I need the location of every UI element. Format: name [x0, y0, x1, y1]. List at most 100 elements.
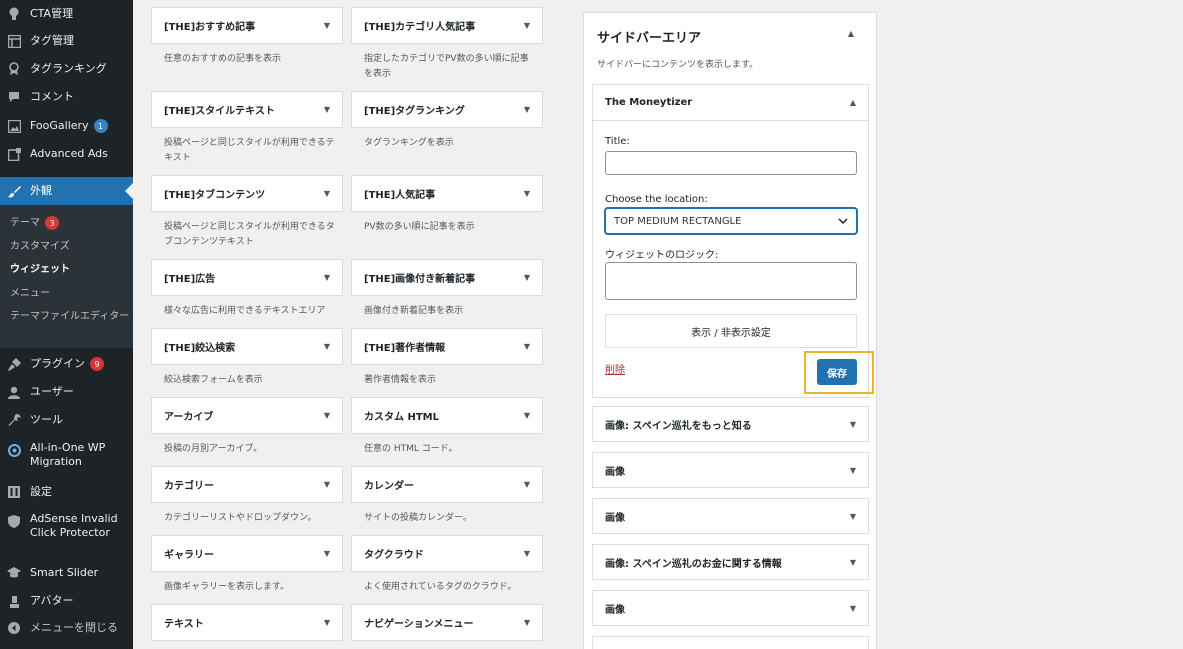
widget-title-bar[interactable]: [THE]カテゴリ人気記事 ▼ — [351, 7, 543, 44]
widget-item[interactable]: [THE]おすすめ記事 ▼ 任意のおすすめの記事を表示 — [151, 7, 343, 67]
logic-textarea[interactable] — [605, 262, 857, 300]
area-widget-item[interactable] — [592, 636, 869, 649]
menu-label: ユーザー — [30, 385, 74, 398]
submenu-item-themes[interactable]: テーマ 3 — [10, 216, 130, 230]
menu-item-smart-slider[interactable]: Smart Slider — [0, 563, 133, 583]
menu-label: タグ管理 — [30, 34, 74, 47]
widget-item[interactable]: [THE]タグランキング ▼ タグランキングを表示 — [351, 91, 543, 151]
widget-title: ナビゲーションメニュー — [364, 619, 474, 630]
widget-item[interactable]: カレンダー ▼ サイトの投稿カレンダー。 — [351, 466, 543, 526]
area-widget-item[interactable]: 画像: スペイン巡礼のお金に関する情報 ▼ — [592, 544, 869, 580]
menu-item-advanced-ads[interactable]: Advanced Ads — [0, 144, 133, 164]
widget-title-bar[interactable]: [THE]スタイルテキスト ▼ — [151, 91, 343, 128]
widget-description: 投稿ページと同じスタイルが利用できるテキスト — [164, 138, 335, 163]
widget-item[interactable]: テキスト ▼ — [151, 604, 343, 641]
submenu-item-customize[interactable]: カスタマイズ — [10, 240, 130, 253]
widget-item[interactable]: [THE]人気記事 ▼ PV数の多い順に記事を表示 — [351, 175, 543, 235]
menu-label: アバター — [30, 594, 74, 607]
widget-item[interactable]: [THE]著作者情報 ▼ 著作者情報を表示 — [351, 328, 543, 388]
gallery-icon — [6, 118, 22, 134]
submenu-item-menus[interactable]: メニュー — [10, 287, 130, 300]
update-badge: 3 — [45, 216, 59, 230]
menu-item-tools[interactable]: ツール — [0, 410, 133, 430]
widget-item[interactable]: アーカイブ ▼ 投稿の月別アーカイブ。 — [151, 397, 343, 457]
widget-title-bar[interactable]: [THE]タブコンテンツ ▼ — [151, 175, 343, 212]
menu-item-adsense-protector[interactable]: AdSense Invalid Click Protector — [0, 512, 133, 542]
widget-item[interactable]: カテゴリー ▼ カテゴリーリストやドロップダウン。 — [151, 466, 343, 526]
widget-title-bar[interactable]: カテゴリー ▼ — [151, 466, 343, 503]
widget-item[interactable]: ナビゲーションメニュー ▼ — [351, 604, 543, 641]
title-input[interactable] — [605, 151, 857, 175]
menu-item-comments[interactable]: コメント — [0, 87, 133, 107]
widget-title-bar[interactable]: [THE]広告 ▼ — [151, 259, 343, 296]
area-widget-item[interactable]: 画像 ▼ — [592, 452, 869, 488]
menu-item-users[interactable]: ユーザー — [0, 382, 133, 402]
menu-item-migration[interactable]: All-in-One WP Migration — [0, 441, 133, 471]
logic-label: ウィジェットのロジック: — [605, 250, 719, 261]
lightbulb-icon — [6, 6, 22, 22]
menu-label: Advanced Ads — [30, 147, 108, 160]
collapse-menu-button[interactable]: メニューを閉じる — [0, 618, 133, 638]
visibility-settings-button[interactable]: 表示 / 非表示設定 — [605, 314, 857, 348]
area-widget-item[interactable]: 画像 ▼ — [592, 590, 869, 626]
widget-item[interactable]: タグクラウド ▼ よく使用されているタグのクラウド。 — [351, 535, 543, 595]
widget-title-bar[interactable]: ナビゲーションメニュー ▼ — [351, 604, 543, 641]
save-button[interactable]: 保存 — [817, 359, 857, 385]
widget-title-bar[interactable]: [THE]人気記事 ▼ — [351, 175, 543, 212]
widget-item[interactable]: [THE]広告 ▼ 様々な広告に利用できるテキストエリア — [151, 259, 343, 319]
widget-item[interactable]: カスタム HTML ▼ 任意の HTML コード。 — [351, 397, 543, 457]
widget-description: タグランキングを表示 — [364, 138, 454, 148]
appearance-submenu: テーマ 3 カスタマイズ ウィジェット メニュー テーマファイルエディター — [0, 205, 133, 348]
widget-title-bar[interactable]: カレンダー ▼ — [351, 466, 543, 503]
widget-title-bar[interactable]: カスタム HTML ▼ — [351, 397, 543, 434]
widget-title: [THE]著作者情報 — [364, 343, 446, 354]
widget-title: [THE]画像付き新着記事 — [364, 274, 476, 285]
menu-item-settings[interactable]: 設定 — [0, 482, 133, 502]
location-select[interactable]: TOP MEDIUM RECTANGLE — [605, 208, 857, 234]
widget-item[interactable]: [THE]絞込検索 ▼ 絞込検索フォームを表示 — [151, 328, 343, 388]
caret-down-icon: ▼ — [849, 465, 856, 475]
menu-item-tag-management[interactable]: タグ管理 — [0, 31, 133, 51]
widget-header[interactable]: The Moneytizer ▲ — [593, 85, 868, 121]
widget-item[interactable]: [THE]スタイルテキスト ▼ 投稿ページと同じスタイルが利用できるテキスト — [151, 91, 343, 166]
menu-item-avatar[interactable]: アバター — [0, 591, 133, 611]
menu-item-tag-ranking[interactable]: タグランキング — [0, 59, 133, 79]
submenu-label: テーマ — [10, 217, 40, 229]
menu-label: 設定 — [30, 485, 52, 498]
widget-title-bar[interactable]: [THE]おすすめ記事 ▼ — [151, 7, 343, 44]
submenu-item-theme-editor[interactable]: テーマファイルエディター — [10, 310, 130, 323]
comment-icon — [6, 89, 22, 105]
menu-label: プラグイン — [30, 357, 85, 370]
widget-title-bar[interactable]: テキスト ▼ — [151, 604, 343, 641]
area-widget-item[interactable]: 画像 ▼ — [592, 498, 869, 534]
widget-title-bar[interactable]: [THE]画像付き新着記事 ▼ — [351, 259, 543, 296]
area-description: サイドバーにコンテンツを表示します。 — [597, 60, 759, 70]
widget-item[interactable]: ギャラリー ▼ 画像ギャラリーを表示します。 — [151, 535, 343, 595]
widget-title: [THE]絞込検索 — [164, 343, 236, 354]
caret-up-icon[interactable]: ▲ — [848, 29, 854, 38]
widget-item[interactable]: [THE]画像付き新着記事 ▼ 画像付き新着記事を表示 — [351, 259, 543, 319]
widget-title-bar[interactable]: [THE]絞込検索 ▼ — [151, 328, 343, 365]
delete-link[interactable]: 削除 — [605, 361, 625, 376]
menu-item-cta[interactable]: CTA管理 — [0, 4, 133, 24]
caret-down-icon: ▼ — [523, 189, 530, 198]
area-title[interactable]: サイドバーエリア — [597, 27, 701, 46]
widget-title: [THE]カテゴリ人気記事 — [364, 22, 476, 33]
widget-title: ギャラリー — [164, 550, 214, 561]
widget-title-bar[interactable]: アーカイブ ▼ — [151, 397, 343, 434]
widget-item[interactable]: [THE]カテゴリ人気記事 ▼ 指定したカテゴリでPV数の多い順に記事を表示 — [351, 7, 543, 82]
area-widget-item[interactable]: 画像: スペイン巡礼をもっと知る ▼ — [592, 406, 869, 442]
menu-label: All-in-One WP Migration — [30, 441, 106, 468]
widget-title: The Moneytizer — [605, 97, 693, 108]
caret-down-icon: ▼ — [523, 342, 530, 351]
widget-title-bar[interactable]: タグクラウド ▼ — [351, 535, 543, 572]
menu-item-plugins[interactable]: プラグイン 9 — [0, 354, 133, 374]
widget-item[interactable]: [THE]タブコンテンツ ▼ 投稿ページと同じスタイルが利用できるタブコンテンツテ… — [151, 175, 343, 250]
submenu-item-widgets[interactable]: ウィジェット — [10, 263, 130, 276]
widget-title-bar[interactable]: ギャラリー ▼ — [151, 535, 343, 572]
widget-title-bar[interactable]: [THE]著作者情報 ▼ — [351, 328, 543, 365]
menu-item-appearance[interactable]: 外観 — [0, 177, 133, 205]
current-indicator — [125, 183, 133, 199]
menu-item-foogallery[interactable]: FooGallery 1 — [0, 116, 133, 136]
widget-title-bar[interactable]: [THE]タグランキング ▼ — [351, 91, 543, 128]
